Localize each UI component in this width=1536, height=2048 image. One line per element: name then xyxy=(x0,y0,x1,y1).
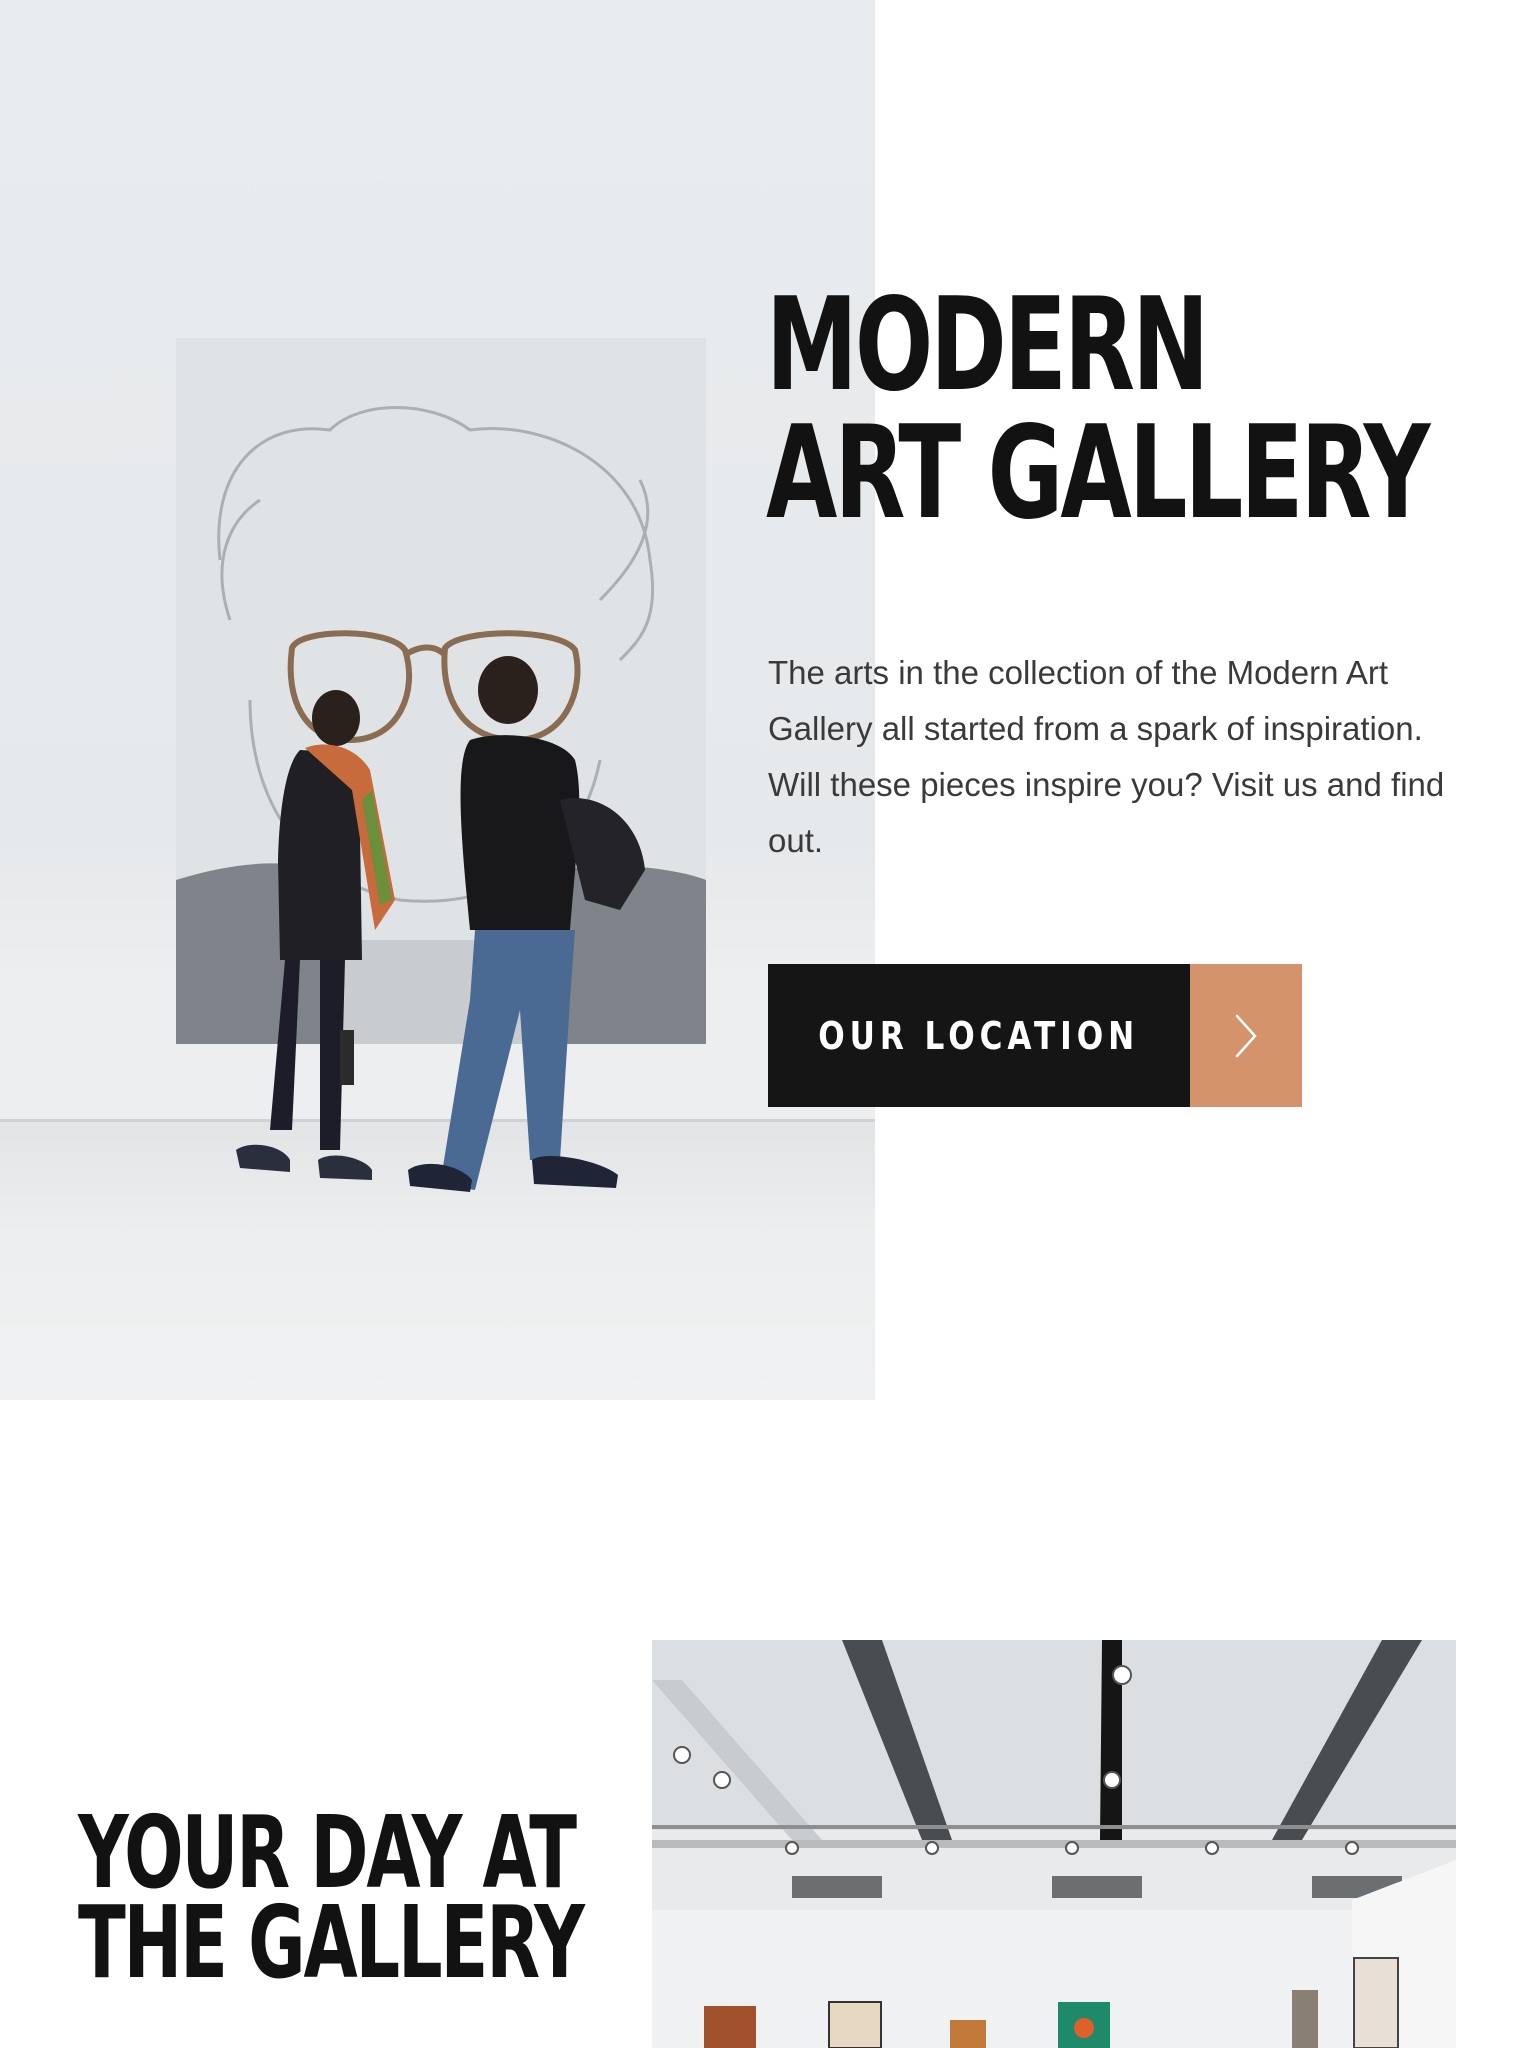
our-location-label-text: OUR LOCATION xyxy=(818,1013,1140,1058)
gallery-interior-illustration xyxy=(652,1640,1456,2048)
day-title-line-2: THE GALLERY xyxy=(78,1884,585,2001)
our-location-button-label[interactable]: OUR LOCATION xyxy=(768,964,1190,1107)
our-location-button[interactable]: OUR LOCATION xyxy=(768,964,1302,1107)
gallery-interior-image xyxy=(652,1640,1456,2048)
chevron-right-icon[interactable] xyxy=(1190,964,1302,1107)
visitors-illustration xyxy=(176,406,706,1192)
hero-title: MODERN ART GALLERY xyxy=(766,271,1430,548)
day-at-gallery-title: YOUR DAY AT THE GALLERY xyxy=(78,1803,585,2001)
hero-image xyxy=(0,0,875,1400)
hero-title-line-1: MODERN xyxy=(766,271,1209,420)
hero-title-line-2: ART GALLERY xyxy=(766,399,1430,548)
hero-description: The arts in the collection of the Modern… xyxy=(768,654,1445,859)
